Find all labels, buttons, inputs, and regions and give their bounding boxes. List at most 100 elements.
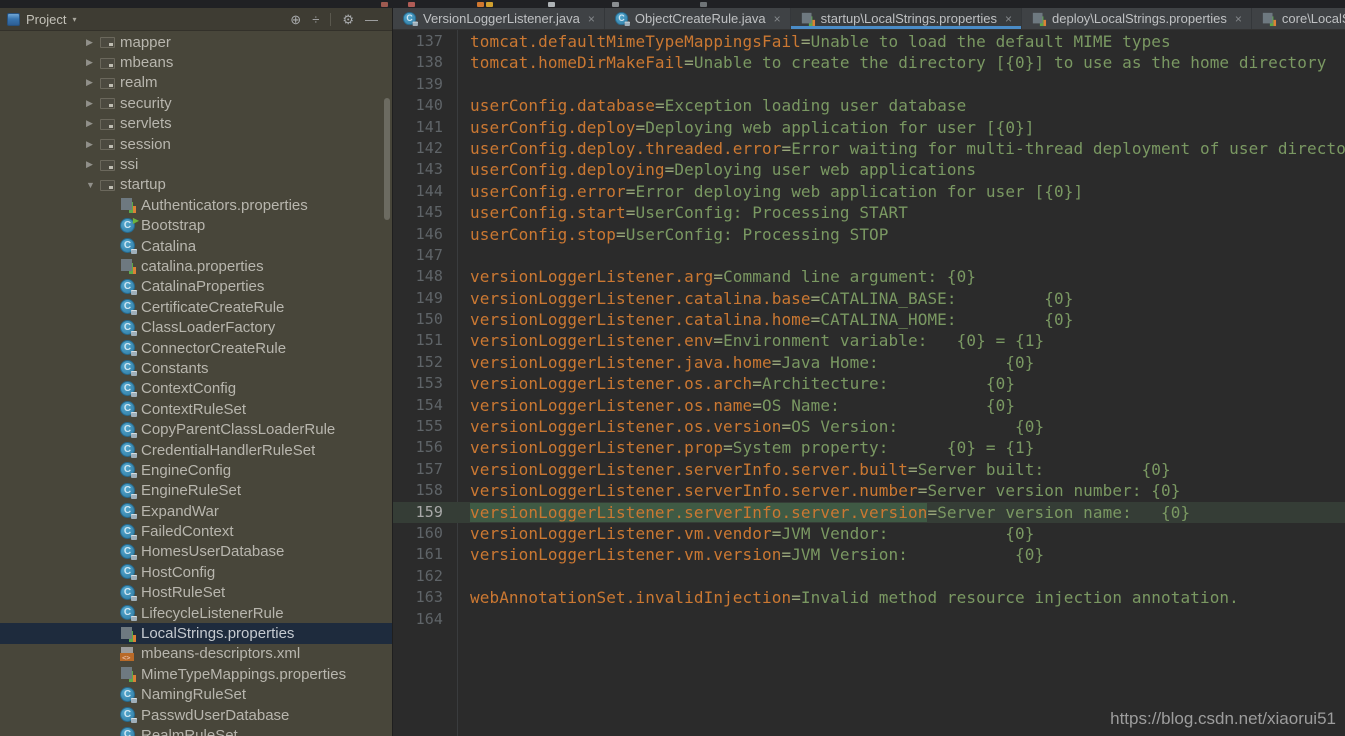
editor-line-149[interactable]: 149versionLoggerListener.catalina.base=C… bbox=[393, 288, 1345, 309]
line-number[interactable]: 148 bbox=[393, 266, 443, 287]
tree-item-lifecyclelistenerrule[interactable]: LifecycleListenerRule bbox=[0, 603, 392, 623]
chevron-collapsed-icon[interactable]: ▶ bbox=[86, 139, 100, 150]
settings-icon[interactable]: ⚙ bbox=[342, 13, 354, 26]
editor-line-140[interactable]: 140userConfig.database=Exception loading… bbox=[393, 95, 1345, 116]
tree-item-ssi[interactable]: ▶ssi bbox=[0, 154, 392, 174]
line-number[interactable]: 141 bbox=[393, 117, 443, 138]
editor-line-146[interactable]: 146userConfig.stop=UserConfig: Processin… bbox=[393, 224, 1345, 245]
line-number[interactable]: 158 bbox=[393, 480, 443, 501]
line-code[interactable]: versionLoggerListener.vm.vendor=JVM Vend… bbox=[443, 523, 1345, 544]
tree-scrollbar[interactable] bbox=[384, 98, 390, 220]
tree-item-authenticators-properties[interactable]: Authenticators.properties bbox=[0, 195, 392, 215]
editor-line-163[interactable]: 163webAnnotationSet.invalidInjection=Inv… bbox=[393, 587, 1345, 608]
line-number[interactable]: 153 bbox=[393, 373, 443, 394]
line-code[interactable]: versionLoggerListener.os.name=OS Name: {… bbox=[443, 395, 1345, 416]
editor-line-159[interactable]: 159versionLoggerListener.serverInfo.serv… bbox=[393, 502, 1345, 523]
line-number[interactable]: 156 bbox=[393, 437, 443, 458]
tree-item-catalinaproperties[interactable]: CatalinaProperties bbox=[0, 277, 392, 297]
tree-item-hostconfig[interactable]: HostConfig bbox=[0, 562, 392, 582]
line-number[interactable]: 162 bbox=[393, 566, 443, 587]
line-code[interactable]: versionLoggerListener.env=Environment va… bbox=[443, 330, 1345, 351]
line-number[interactable]: 146 bbox=[393, 224, 443, 245]
chevron-collapsed-icon[interactable]: ▶ bbox=[86, 159, 100, 170]
tree-item-engineruleset[interactable]: EngineRuleSet bbox=[0, 481, 392, 501]
tree-item-mbeans[interactable]: ▶mbeans bbox=[0, 52, 392, 72]
line-code[interactable]: userConfig.database=Exception loading us… bbox=[443, 95, 1345, 116]
editor-line-153[interactable]: 153versionLoggerListener.os.arch=Archite… bbox=[393, 373, 1345, 394]
chevron-collapsed-icon[interactable]: ▶ bbox=[86, 37, 100, 48]
line-number[interactable]: 154 bbox=[393, 395, 443, 416]
close-icon[interactable]: × bbox=[774, 12, 781, 26]
line-code[interactable]: userConfig.deploying=Deploying user web … bbox=[443, 159, 1345, 180]
tree-item-session[interactable]: ▶session bbox=[0, 134, 392, 154]
line-code[interactable]: userConfig.deploy=Deploying web applicat… bbox=[443, 117, 1345, 138]
chevron-expanded-icon[interactable]: ▼ bbox=[86, 180, 100, 190]
line-code[interactable] bbox=[443, 609, 1345, 630]
line-number[interactable]: 137 bbox=[393, 31, 443, 52]
tree-item-hostruleset[interactable]: HostRuleSet bbox=[0, 583, 392, 603]
tree-item-contextruleset[interactable]: ContextRuleSet bbox=[0, 399, 392, 419]
tree-item-catalina[interactable]: Catalina bbox=[0, 236, 392, 256]
editor-line-150[interactable]: 150versionLoggerListener.catalina.home=C… bbox=[393, 309, 1345, 330]
editor-line-154[interactable]: 154versionLoggerListener.os.name=OS Name… bbox=[393, 395, 1345, 416]
editor-line-142[interactable]: 142userConfig.deploy.threaded.error=Erro… bbox=[393, 138, 1345, 159]
tree-item-expandwar[interactable]: ExpandWar bbox=[0, 501, 392, 521]
line-number[interactable]: 149 bbox=[393, 288, 443, 309]
editor-line-148[interactable]: 148versionLoggerListener.arg=Command lin… bbox=[393, 266, 1345, 287]
editor-line-145[interactable]: 145userConfig.start=UserConfig: Processi… bbox=[393, 202, 1345, 223]
editor-line-143[interactable]: 143userConfig.deploying=Deploying user w… bbox=[393, 159, 1345, 180]
tree-item-servlets[interactable]: ▶servlets bbox=[0, 114, 392, 134]
line-number[interactable]: 144 bbox=[393, 181, 443, 202]
line-code[interactable]: webAnnotationSet.invalidInjection=Invali… bbox=[443, 587, 1345, 608]
line-number[interactable]: 138 bbox=[393, 52, 443, 73]
tab-core-localstrings-p[interactable]: core\LocalStrings.p bbox=[1252, 8, 1345, 29]
collapse-all-icon[interactable]: ÷ bbox=[312, 13, 319, 26]
line-number[interactable]: 163 bbox=[393, 587, 443, 608]
editor-line-156[interactable]: 156versionLoggerListener.prop=System pro… bbox=[393, 437, 1345, 458]
line-number[interactable]: 151 bbox=[393, 330, 443, 351]
tree-item-passwduserdatabase[interactable]: PasswdUserDatabase bbox=[0, 705, 392, 725]
line-number[interactable]: 155 bbox=[393, 416, 443, 437]
tree-item-localstrings-properties[interactable]: LocalStrings.properties bbox=[0, 623, 392, 643]
editor-line-151[interactable]: 151versionLoggerListener.env=Environment… bbox=[393, 330, 1345, 351]
editor-line-147[interactable]: 147 bbox=[393, 245, 1345, 266]
line-code[interactable]: versionLoggerListener.catalina.home=CATA… bbox=[443, 309, 1345, 330]
tree-item-classloaderfactory[interactable]: ClassLoaderFactory bbox=[0, 317, 392, 337]
line-code[interactable]: versionLoggerListener.os.arch=Architectu… bbox=[443, 373, 1345, 394]
editor-line-158[interactable]: 158versionLoggerListener.serverInfo.serv… bbox=[393, 480, 1345, 501]
tree-item-connectorcreaterule[interactable]: ConnectorCreateRule bbox=[0, 338, 392, 358]
locate-icon[interactable]: ⊕ bbox=[290, 13, 301, 26]
tree-item-realmruleset[interactable]: RealmRuleSet bbox=[0, 725, 392, 736]
line-code[interactable]: tomcat.defaultMimeTypeMappingsFail=Unabl… bbox=[443, 31, 1345, 52]
tree-item-homesuserdatabase[interactable]: HomesUserDatabase bbox=[0, 542, 392, 562]
close-icon[interactable]: × bbox=[1005, 12, 1012, 26]
tree-item-certificatecreaterule[interactable]: CertificateCreateRule bbox=[0, 297, 392, 317]
editor-line-164[interactable]: 164 bbox=[393, 609, 1345, 630]
close-icon[interactable]: × bbox=[1235, 12, 1242, 26]
line-code[interactable] bbox=[443, 245, 1345, 266]
tree-item-startup[interactable]: ▼startup bbox=[0, 175, 392, 195]
editor-line-137[interactable]: 137tomcat.defaultMimeTypeMappingsFail=Un… bbox=[393, 31, 1345, 52]
editor-line-155[interactable]: 155versionLoggerListener.os.version=OS V… bbox=[393, 416, 1345, 437]
line-number[interactable]: 161 bbox=[393, 544, 443, 565]
tree-item-constants[interactable]: Constants bbox=[0, 358, 392, 378]
line-number[interactable]: 139 bbox=[393, 74, 443, 95]
tree-item-mapper[interactable]: ▶mapper bbox=[0, 32, 392, 52]
line-number[interactable]: 159 bbox=[393, 502, 443, 523]
tree-item-copyparentclassloaderrule[interactable]: CopyParentClassLoaderRule bbox=[0, 419, 392, 439]
chevron-collapsed-icon[interactable]: ▶ bbox=[86, 98, 100, 109]
editor[interactable]: 137tomcat.defaultMimeTypeMappingsFail=Un… bbox=[393, 30, 1345, 736]
line-code[interactable]: userConfig.stop=UserConfig: Processing S… bbox=[443, 224, 1345, 245]
line-number[interactable]: 150 bbox=[393, 309, 443, 330]
tree-item-realm[interactable]: ▶realm bbox=[0, 73, 392, 93]
editor-line-152[interactable]: 152versionLoggerListener.java.home=Java … bbox=[393, 352, 1345, 373]
line-code[interactable] bbox=[443, 74, 1345, 95]
line-code[interactable]: versionLoggerListener.java.home=Java Hom… bbox=[443, 352, 1345, 373]
editor-line-161[interactable]: 161versionLoggerListener.vm.version=JVM … bbox=[393, 544, 1345, 565]
line-number[interactable]: 160 bbox=[393, 523, 443, 544]
line-number[interactable]: 157 bbox=[393, 459, 443, 480]
line-code[interactable]: versionLoggerListener.serverInfo.server.… bbox=[443, 502, 1345, 523]
tab-startup-localstrings-properties[interactable]: startup\LocalStrings.properties× bbox=[791, 8, 1022, 29]
line-code[interactable]: versionLoggerListener.vm.version=JVM Ver… bbox=[443, 544, 1345, 565]
tree-item-engineconfig[interactable]: EngineConfig bbox=[0, 460, 392, 480]
